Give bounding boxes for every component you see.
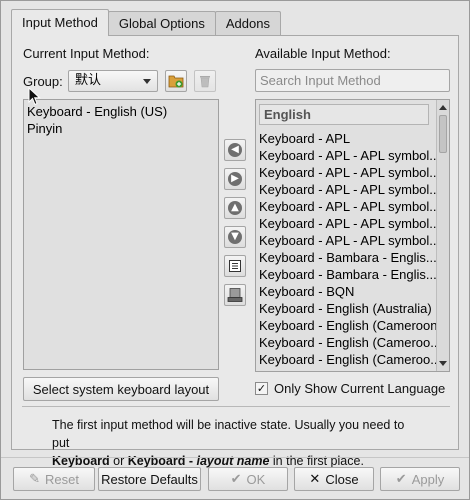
reset-button[interactable]: ✎ Reset [13, 467, 95, 491]
list-item[interactable]: Keyboard - APL - APL symbol... [256, 164, 449, 181]
move-right-button[interactable]: ▶ [224, 168, 246, 190]
fcitx-config-window: Input Method Global Options Addons Curre… [0, 0, 470, 500]
current-input-method-title: Current Input Method: [23, 46, 150, 61]
trash-icon [200, 76, 210, 88]
list-item[interactable]: Keyboard - Bambara - Englis... [256, 249, 449, 266]
folder-add-icon [168, 75, 184, 88]
search-input[interactable] [255, 69, 450, 92]
only-show-current-language-label: Only Show Current Language [274, 381, 446, 396]
mouse-pointer-icon [28, 87, 41, 106]
list-item[interactable]: Pinyin [24, 120, 218, 137]
tab-global-options[interactable]: Global Options [107, 11, 216, 36]
move-left-button[interactable]: ◀ [224, 139, 246, 161]
close-label: Close [325, 471, 359, 487]
move-up-button[interactable]: ▲ [224, 197, 246, 219]
check-icon: ✓ [256, 382, 267, 395]
available-items: Keyboard - APL Keyboard - APL - APL symbo… [256, 130, 449, 368]
list-item[interactable]: Keyboard - Bambara - Englis... [256, 266, 449, 283]
list-item[interactable]: Keyboard - BQN [256, 283, 449, 300]
configure-button[interactable] [224, 255, 246, 277]
tab-addons[interactable]: Addons [214, 11, 281, 36]
list-item[interactable]: Keyboard - English (Cameroo... [256, 334, 449, 351]
checkmark-icon: ✔ [395, 471, 407, 486]
select-system-keyboard-layout-button[interactable]: Select system keyboard layout [23, 377, 219, 401]
ok-button[interactable]: ✔ OK [208, 467, 288, 491]
document-lines-icon [229, 260, 241, 272]
list-item[interactable]: Keyboard - English (Australia) [256, 300, 449, 317]
close-icon: ✕ [309, 471, 321, 486]
restore-defaults-button[interactable]: Restore Defaults [98, 467, 201, 491]
arrow-left-icon: ◀ [228, 143, 242, 157]
apply-label: Apply [411, 471, 445, 487]
footer-divider [1, 457, 469, 458]
list-item[interactable]: Keyboard - English (Cameroo... [256, 351, 449, 368]
arrow-up-icon: ▲ [228, 201, 242, 215]
info-line-1: The first input method will be inactive … [52, 418, 405, 450]
apply-button[interactable]: ✔ Apply [380, 467, 460, 491]
vertical-scrollbar[interactable] [436, 100, 449, 371]
list-item[interactable]: Keyboard - APL - APL symbol... [256, 198, 449, 215]
list-item[interactable]: Keyboard - English (Cameroon) [256, 317, 449, 334]
checkmark-icon: ✔ [230, 471, 242, 486]
close-button[interactable]: ✕ Close [294, 467, 374, 491]
keyboard-icon [227, 288, 243, 302]
available-input-method-title: Available Input Method: [255, 46, 391, 61]
info-text: The first input method will be inactive … [52, 416, 422, 470]
only-show-current-language-checkbox[interactable]: ✓ [255, 382, 268, 395]
list-item[interactable]: Keyboard - English (US) [24, 103, 218, 120]
group-combobox-value: 默认 [75, 73, 102, 88]
scroll-down-icon[interactable] [439, 361, 447, 366]
add-group-button[interactable] [165, 70, 187, 92]
ok-label: OK [246, 471, 266, 487]
list-item[interactable]: Keyboard - APL - APL symbol... [256, 232, 449, 249]
list-item[interactable]: Keyboard - APL - APL symbol... [256, 147, 449, 164]
keyboard-layout-button[interactable] [224, 284, 246, 306]
list-item[interactable]: Keyboard - APL [256, 130, 449, 147]
tab-input-method[interactable]: Input Method [11, 9, 109, 36]
available-input-method-list[interactable]: English Keyboard - APL Keyboard - APL - A… [255, 99, 450, 372]
broom-icon: ✎ [29, 471, 40, 486]
divider [22, 406, 450, 407]
list-item[interactable]: Keyboard - APL - APL symbol... [256, 215, 449, 232]
current-input-method-list[interactable]: Keyboard - English (US) Pinyin [23, 99, 219, 370]
list-item[interactable]: Keyboard - APL - APL symbol... [256, 181, 449, 198]
move-down-button[interactable]: ▼ [224, 226, 246, 248]
delete-group-button[interactable] [194, 70, 216, 92]
arrow-down-icon: ▼ [228, 230, 242, 244]
group-combobox[interactable]: 默认 [68, 70, 158, 92]
scroll-thumb[interactable] [439, 115, 447, 153]
language-group-header: English [259, 104, 429, 125]
scroll-up-icon[interactable] [439, 105, 447, 110]
arrow-right-icon: ▶ [228, 172, 242, 186]
input-method-pane: Current Input Method: Group: 默认 Keyboard… [11, 35, 459, 468]
tab-bar: Input Method Global Options Addons [11, 9, 281, 36]
reset-label: Reset [44, 471, 79, 487]
chevron-down-icon [143, 79, 151, 84]
